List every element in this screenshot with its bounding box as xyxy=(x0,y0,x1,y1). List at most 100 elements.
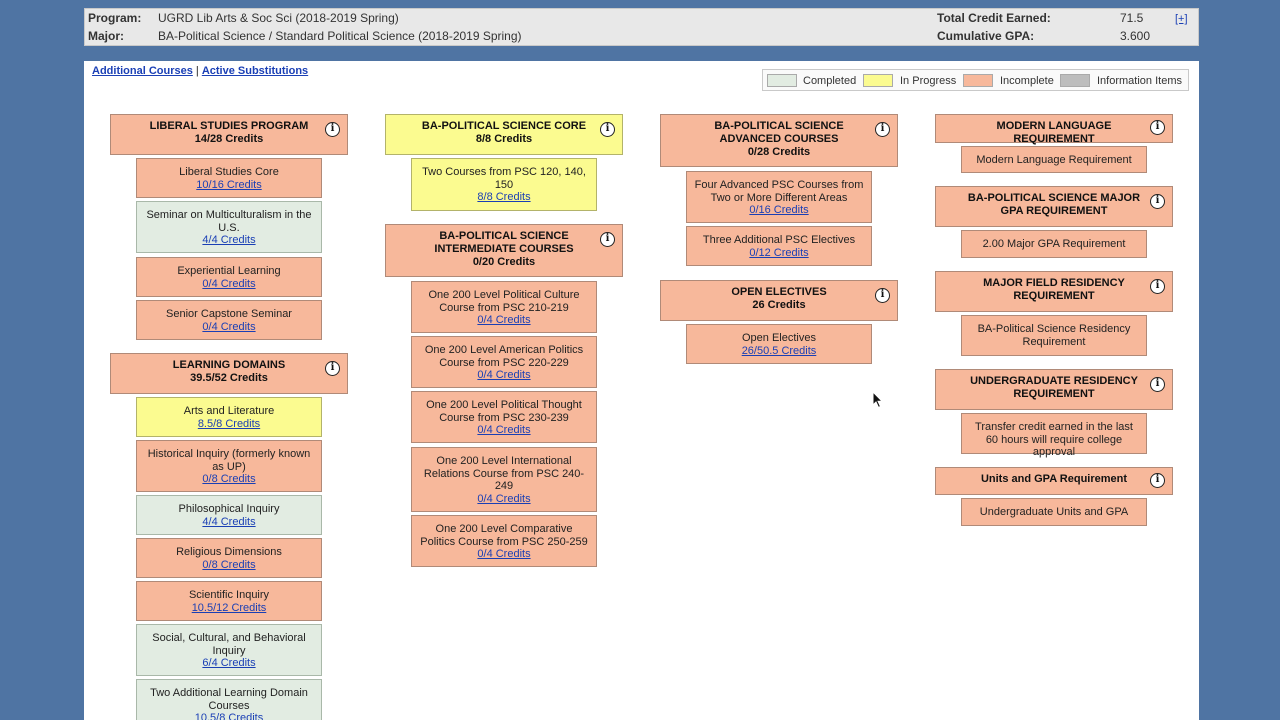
info-icon[interactable]: i xyxy=(875,288,890,303)
item-credits-link[interactable]: 0/4 Credits xyxy=(143,278,315,291)
item-name: Three Additional PSC Electives xyxy=(702,234,856,246)
major-residency-header[interactable]: MAJOR FIELD RESIDENCY REQUIREMENT i xyxy=(935,271,1173,312)
requirement-title: BA-POLITICAL SCIENCE INTERMEDIATE COURSE… xyxy=(434,230,574,255)
psc-intermediate-header[interactable]: BA-POLITICAL SCIENCE INTERMEDIATE COURSE… xyxy=(385,224,623,277)
psc-advanced-header[interactable]: BA-POLITICAL SCIENCE ADVANCED COURSES 0/… xyxy=(660,114,898,167)
requirement-title: Units and GPA Requirement xyxy=(980,473,1128,485)
item-credits-link[interactable]: 0/8 Credits xyxy=(143,559,315,572)
legend-swatch-incomplete xyxy=(963,74,993,87)
liberal-studies-header[interactable]: LIBERAL STUDIES PROGRAM 14/28 Credits i xyxy=(110,114,348,155)
item-name: One 200 Level Political Thought Course f… xyxy=(426,399,582,424)
legend-in-progress: In Progress xyxy=(900,75,957,87)
undergrad-residency-header[interactable]: UNDERGRADUATE RESIDENCY REQUIREMENT i xyxy=(935,369,1173,410)
requirement-credits: 26 Credits xyxy=(752,299,806,311)
requirement-item[interactable]: Religious Dimensions 0/8 Credits xyxy=(136,538,322,578)
item-name: One 200 Level International Relations Co… xyxy=(423,455,585,492)
major-value: BA-Political Science / Standard Politica… xyxy=(158,29,522,43)
total-credit-label: Total Credit Earned: xyxy=(937,11,1051,25)
requirement-credits: 0/28 Credits xyxy=(747,146,811,158)
requirement-item[interactable]: 2.00 Major GPA Requirement xyxy=(961,230,1147,258)
item-credits-link[interactable]: 0/4 Credits xyxy=(418,493,590,506)
link-separator: | xyxy=(192,65,202,77)
requirement-item[interactable]: Scientific Inquiry 10.5/12 Credits xyxy=(136,581,322,621)
requirement-item[interactable]: Philosophical Inquiry 4/4 Credits xyxy=(136,495,322,535)
requirement-title: UNDERGRADUATE RESIDENCY REQUIREMENT xyxy=(970,375,1138,400)
item-credits-link[interactable]: 8.5/8 Credits xyxy=(143,418,315,431)
item-credits-link[interactable]: 6/4 Credits xyxy=(143,657,315,670)
info-icon[interactable]: i xyxy=(1150,279,1165,294)
psc-core-header[interactable]: BA-POLITICAL SCIENCE CORE 8/8 Credits i xyxy=(385,114,623,155)
info-icon[interactable]: i xyxy=(600,232,615,247)
requirement-item[interactable]: Transfer credit earned in the last 60 ho… xyxy=(961,413,1147,458)
requirement-item[interactable]: One 200 Level Political Culture Course f… xyxy=(411,281,597,333)
info-icon[interactable]: i xyxy=(1150,120,1165,135)
requirement-item[interactable]: Senior Capstone Seminar 0/4 Credits xyxy=(136,300,322,340)
expand-link[interactable]: [+] xyxy=(1175,13,1188,25)
item-name: Philosophical Inquiry xyxy=(178,503,280,515)
modern-language-header[interactable]: MODERN LANGUAGE REQUIREMENT i xyxy=(935,114,1173,145)
item-credits-link[interactable]: 10/16 Credits xyxy=(143,179,315,192)
item-credits-link[interactable]: 4/4 Credits xyxy=(143,234,315,247)
student-info-bar: Program: UGRD Lib Arts & Soc Sci (2018-2… xyxy=(84,8,1199,46)
learning-domains-header[interactable]: LEARNING DOMAINS 39.5/52 Credits i xyxy=(110,353,348,394)
item-name: Open Electives xyxy=(742,332,816,344)
requirement-item[interactable]: Two Additional Learning Domain Courses 1… xyxy=(136,679,322,720)
requirement-item[interactable]: Two Courses from PSC 120, 140, 150 8/8 C… xyxy=(411,158,597,211)
requirement-item[interactable]: Seminar on Multiculturalism in the U.S. … xyxy=(136,201,322,253)
info-icon[interactable]: i xyxy=(875,122,890,137)
item-name: 2.00 Major GPA Requirement xyxy=(982,238,1126,250)
info-icon[interactable]: i xyxy=(600,122,615,137)
units-gpa-header[interactable]: Units and GPA Requirement i xyxy=(935,467,1173,495)
info-icon[interactable]: i xyxy=(1150,473,1165,488)
requirement-item[interactable]: One 200 Level International Relations Co… xyxy=(411,447,597,512)
requirement-item[interactable]: One 200 Level Political Thought Course f… xyxy=(411,391,597,443)
item-credits-link[interactable]: 0/4 Credits xyxy=(418,314,590,327)
item-credits-link[interactable]: 10.5/8 Credits xyxy=(143,712,315,720)
item-credits-link[interactable]: 26/50.5 Credits xyxy=(693,345,865,358)
item-credits-link[interactable]: 0/16 Credits xyxy=(693,204,865,217)
major-gpa-header[interactable]: BA-POLITICAL SCIENCE MAJOR GPA REQUIREME… xyxy=(935,186,1173,227)
requirement-item[interactable]: Open Electives 26/50.5 Credits xyxy=(686,324,872,364)
requirement-item[interactable]: Arts and Literature 8.5/8 Credits xyxy=(136,397,322,437)
info-icon[interactable]: i xyxy=(325,361,340,376)
item-credits-link[interactable]: 4/4 Credits xyxy=(143,516,315,529)
requirement-title: BA-POLITICAL SCIENCE MAJOR GPA REQUIREME… xyxy=(967,192,1141,217)
requirement-item[interactable]: BA-Political Science Residency Requireme… xyxy=(961,315,1147,356)
requirement-item[interactable]: Four Advanced PSC Courses from Two or Mo… xyxy=(686,171,872,223)
legend: Completed In Progress Incomplete Informa… xyxy=(762,69,1189,91)
requirement-title: LEARNING DOMAINS xyxy=(172,359,286,371)
item-credits-link[interactable]: 0/4 Credits xyxy=(418,548,590,561)
item-credits-link[interactable]: 0/4 Credits xyxy=(143,321,315,334)
legend-swatch-completed xyxy=(767,74,797,87)
requirement-item[interactable]: One 200 Level American Politics Course f… xyxy=(411,336,597,388)
item-credits-link[interactable]: 10.5/12 Credits xyxy=(143,602,315,615)
requirement-item[interactable]: Three Additional PSC Electives 0/12 Cred… xyxy=(686,226,872,266)
active-substitutions-link[interactable]: Active Substitutions xyxy=(202,65,308,77)
additional-courses-link[interactable]: Additional Courses xyxy=(92,65,193,77)
info-icon[interactable]: i xyxy=(1150,194,1165,209)
item-credits-link[interactable]: 0/12 Credits xyxy=(693,247,865,260)
requirement-item[interactable]: Modern Language Requirement xyxy=(961,146,1147,173)
requirement-item[interactable]: One 200 Level Comparative Politics Cours… xyxy=(411,515,597,567)
info-icon[interactable]: i xyxy=(325,122,340,137)
total-credit-value: 71.5 xyxy=(1120,11,1144,25)
program-label: Program: xyxy=(88,11,142,25)
item-credits-link[interactable]: 0/4 Credits xyxy=(418,369,590,382)
item-credits-link[interactable]: 8/8 Credits xyxy=(418,191,590,204)
requirement-item[interactable]: Historical Inquiry (formerly known as UP… xyxy=(136,440,322,492)
item-credits-link[interactable]: 0/8 Credits xyxy=(143,473,315,486)
item-credits-link[interactable]: 0/4 Credits xyxy=(418,424,590,437)
legend-incomplete: Incomplete xyxy=(1000,75,1054,87)
requirement-title: OPEN ELECTIVES xyxy=(731,286,827,298)
info-icon[interactable]: i xyxy=(1150,377,1165,392)
major-label: Major: xyxy=(88,29,124,43)
requirement-item[interactable]: Liberal Studies Core 10/16 Credits xyxy=(136,158,322,198)
legend-swatch-in-progress xyxy=(863,74,893,87)
requirement-title: LIBERAL STUDIES PROGRAM xyxy=(149,120,309,132)
requirement-item[interactable]: Undergraduate Units and GPA xyxy=(961,498,1147,526)
requirement-item[interactable]: Experiential Learning 0/4 Credits xyxy=(136,257,322,297)
open-electives-header[interactable]: OPEN ELECTIVES 26 Credits i xyxy=(660,280,898,321)
requirement-item[interactable]: Social, Cultural, and Behavioral Inquiry… xyxy=(136,624,322,676)
item-name: Modern Language Requirement xyxy=(976,154,1132,166)
legend-completed: Completed xyxy=(803,75,857,87)
